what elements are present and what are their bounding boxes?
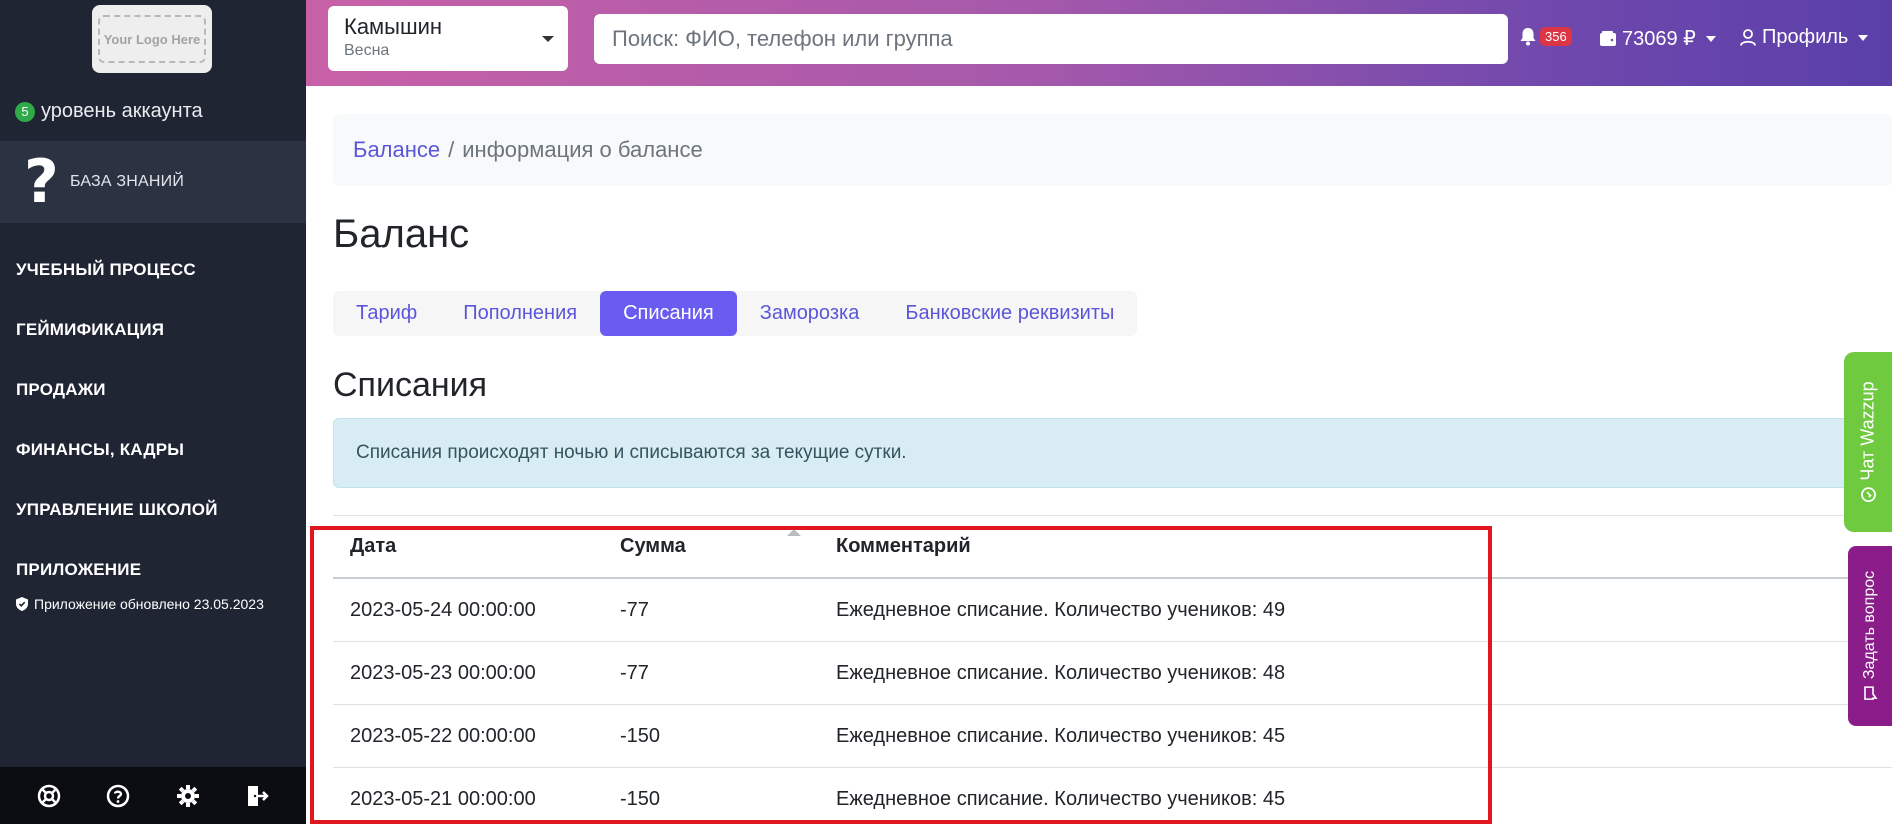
logout-icon[interactable] [243,782,271,810]
chevron-down-icon [1705,35,1716,42]
knowledge-base-link[interactable]: ? БАЗА ЗНАНИЙ [0,141,306,223]
balance-dropdown[interactable]: 73069 ₽ [1600,26,1716,51]
table-row: 2023-05-24 00:00:00 -77 Ежедневное списа… [333,579,1892,642]
balance-tabs: Тариф Пополнения Списания Заморозка Банк… [333,291,1138,336]
search-input[interactable] [594,14,1508,64]
cell-sum: -150 [620,724,661,747]
tab-top-ups[interactable]: Пополнения [440,291,600,336]
column-header-date[interactable]: Дата [333,535,603,558]
notifications-count-badge: 356 [1540,26,1572,46]
balance-amount: 73069 ₽ [1622,28,1696,50]
settings-icon[interactable] [174,782,202,810]
notifications-button[interactable]: 356 [1518,26,1572,46]
chat-icon [1861,487,1877,503]
logo[interactable]: Your Logo Here [92,5,212,73]
page-title: Баланс [333,212,470,256]
chevron-down-icon [1858,34,1869,41]
column-header-sum[interactable]: Сумма [603,529,819,558]
profile-label: Профиль [1762,26,1849,48]
tab-charges[interactable]: Списания [600,291,737,336]
support-icon[interactable] [35,782,63,810]
cell-comment: Ежедневное списание. Количество учеников… [836,787,1286,810]
section-title: Списания [333,366,488,404]
city-selector[interactable]: Камышин Весна [328,6,568,71]
sidebar-item-school-management[interactable]: УПРАВЛЕНИЕ ШКОЛОЙ [16,480,218,540]
table-row: 2023-05-21 00:00:00 -150 Ежедневное спис… [333,768,1892,824]
wazzup-chat-button[interactable]: Чат Wazzup [1844,352,1892,532]
logo-text: Your Logo Here [98,15,206,63]
sidebar-item-gamification[interactable]: ГЕЙМИФИКАЦИЯ [16,300,218,360]
cell-comment: Ежедневное списание. Количество учеников… [836,724,1286,747]
charges-table: Дата Сумма Комментарий 2023-05-24 00:00:… [333,516,1892,824]
cell-comment: Ежедневное списание. Количество учеников… [836,598,1286,621]
cell-sum: -150 [620,787,661,810]
tab-bank-details[interactable]: Банковские реквизиты [882,291,1137,336]
cell-comment: Ежедневное списание. Количество учеников… [836,661,1286,684]
cell-date: 2023-05-21 00:00:00 [350,787,536,810]
sort-asc-icon [787,529,801,536]
user-icon [1740,29,1756,46]
ask-question-button[interactable]: Задать вопрос [1848,546,1892,726]
wazzup-chat-text: Чат Wazzup [1857,381,1878,481]
ask-question-text: Задать вопрос [1861,570,1878,680]
breadcrumb-balance-link[interactable]: Балансе [353,137,440,163]
column-header-comment[interactable]: Комментарий [819,535,971,558]
info-alert: Списания происходят ночью и списываются … [333,418,1892,488]
column-header-sum-label: Сумма [620,535,686,557]
sidebar-bottom-bar [0,767,306,824]
update-note: Приложение обновлено 23.05.2023 [16,596,264,612]
level-label: уровень аккаунта [41,100,203,122]
shield-icon [16,597,28,611]
sidebar-item-learning[interactable]: УЧЕБНЫЙ ПРОЦЕСС [16,240,218,300]
profile-dropdown[interactable]: Профиль [1740,26,1869,49]
speech-bubble-icon [1863,686,1878,700]
top-bar: Камышин Весна 356 73069 ₽ Профиль [306,0,1892,86]
city-name: Камышин [344,14,443,39]
level-badge: 5 [15,101,35,122]
account-level[interactable]: 5 уровень аккаунта [15,100,203,123]
ask-question-label: Задать вопрос [1861,571,1879,701]
table-header-row: Дата Сумма Комментарий [333,516,1892,579]
knowledge-base-label: БАЗА ЗНАНИЙ [70,173,185,190]
update-note-text: Приложение обновлено 23.05.2023 [34,596,264,612]
cell-date: 2023-05-24 00:00:00 [350,598,536,621]
breadcrumb-current: информация о балансе [462,137,703,162]
sidebar-item-finance[interactable]: ФИНАНСЫ, КАДРЫ [16,420,218,480]
breadcrumb-separator: / [448,137,455,162]
cell-date: 2023-05-22 00:00:00 [350,724,536,747]
sidebar-nav: УЧЕБНЫЙ ПРОЦЕСС ГЕЙМИФИКАЦИЯ ПРОДАЖИ ФИН… [16,240,218,600]
breadcrumb: Балансе / информация о балансе [333,114,1892,186]
tab-tariff[interactable]: Тариф [333,291,440,336]
table-row: 2023-05-23 00:00:00 -77 Ежедневное списа… [333,642,1892,705]
city-season: Весна [344,42,390,59]
help-icon[interactable] [104,782,132,810]
sidebar: Your Logo Here 5 уровень аккаунта ? БАЗА… [0,0,306,824]
question-mark-icon: ? [24,147,59,217]
cell-date: 2023-05-23 00:00:00 [350,661,536,684]
wazzup-chat-label: Чат Wazzup [1857,381,1879,503]
wallet-icon [1600,31,1616,46]
chevron-down-icon [542,36,554,42]
table-row: 2023-05-22 00:00:00 -150 Ежедневное спис… [333,705,1892,768]
sidebar-item-sales[interactable]: ПРОДАЖИ [16,360,218,420]
tab-freeze[interactable]: Заморозка [737,291,883,336]
sidebar-item-app[interactable]: ПРИЛОЖЕНИЕ [16,540,218,600]
cell-sum: -77 [620,661,649,684]
bell-icon [1520,28,1536,46]
cell-sum: -77 [620,598,649,621]
